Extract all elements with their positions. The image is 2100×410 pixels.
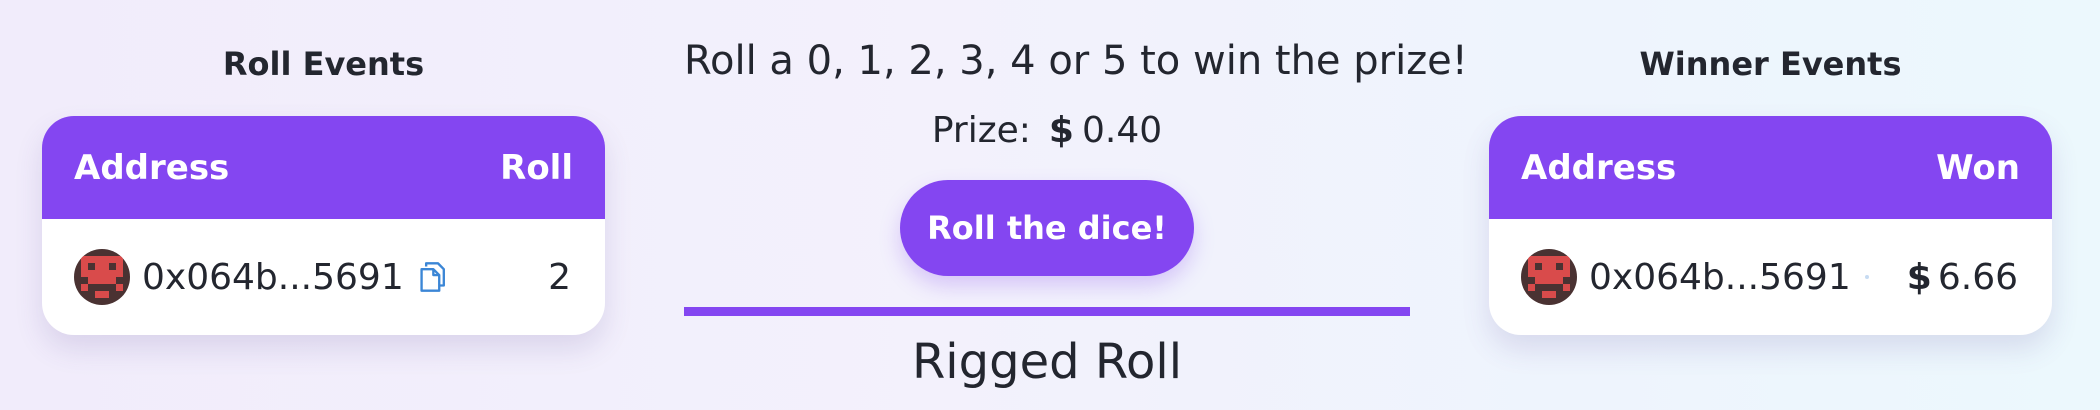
blockie-avatar [74,249,130,305]
address-cell: 0x064b...5691 [1521,249,1907,305]
column-header-address: Address [74,147,230,188]
address-cell: 0x064b...5691 [74,249,548,305]
winner-events-table: Address Won 0x064b...5691 $ 6.66 [1489,116,2052,335]
column-header-address: Address [1521,147,1677,188]
won-amount: $6.66 [1907,257,2018,298]
column-header-won: Won [1936,147,2020,188]
roll-dice-button[interactable]: Roll the dice! [900,180,1194,276]
roll-events-header: Address Roll [42,116,605,219]
copy-icon[interactable] [418,260,450,294]
address-text: 0x064b...5691 [142,256,404,298]
won-value: 6.66 [1937,256,2018,298]
roll-events-title: Roll Events [222,45,425,83]
column-header-roll: Roll [500,147,573,188]
currency-symbol: $ [1048,110,1074,151]
address-text: 0x064b...5691 [1589,256,1851,298]
table-row: 0x064b...5691 2 [42,219,605,335]
table-row: 0x064b...5691 $6.66 [1489,219,2052,335]
divider [684,307,1410,316]
roll-events-panel: Roll Events Address Roll 0x064b...5691 2 [42,0,605,335]
prize-value: 0.40 [1081,110,1163,151]
prize-display: Prize: $0.40 [684,110,1410,151]
section-title: Rigged Roll [911,334,1183,390]
game-prompt: Roll a 0, 1, 2, 3, 4 or 5 to win the pri… [684,38,1468,84]
blockie-avatar [1521,249,1577,305]
dot-icon [1864,275,1869,279]
roll-value: 2 [548,256,571,298]
prize-label: Prize: [931,110,1031,151]
winner-events-panel: Winner Events Address Won 0x064b...5691 … [1489,0,2052,335]
roll-events-table: Address Roll 0x064b...5691 2 [42,116,605,335]
currency-symbol: $ [1906,256,1932,298]
winner-events-header: Address Won [1489,116,2052,219]
winner-events-title: Winner Events [1639,45,1902,83]
